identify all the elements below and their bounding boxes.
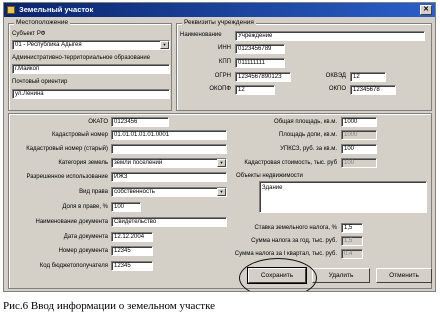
delete-button[interactable]: Удалить — [312, 268, 370, 283]
cadastral-value-label: Кадастровая стоимость, тыс. руб — [244, 160, 337, 166]
cadastral-label: Кадастровый номер — [51, 132, 108, 138]
upksz-input[interactable]: 100 — [341, 144, 377, 154]
category-select[interactable]: земли поселений ▼ — [111, 158, 227, 168]
budget-input[interactable]: 12345 — [111, 261, 153, 271]
inn-input[interactable]: 0123456789 — [235, 44, 285, 54]
docname-input[interactable]: Свидетельство — [111, 217, 227, 227]
window-title: Земельный участок — [19, 5, 94, 14]
docdate-input[interactable]: 12.12.2004 — [111, 232, 153, 242]
chevron-down-icon[interactable]: ▼ — [217, 159, 226, 167]
upksz-label: УПКСЗ, руб. за кв.м. — [280, 146, 337, 152]
org-group-title: Реквизиты учреждения — [182, 19, 256, 27]
org-name-label: Наименование — [180, 32, 222, 38]
figure-caption: Рис.6 Ввод информации о земельном участк… — [3, 300, 216, 312]
kpp-label: КПП — [218, 59, 231, 65]
right-type-value: собственность — [114, 189, 155, 195]
cadastral-value-input: 100 — [341, 158, 377, 168]
okved-label: ОКВЭД — [325, 73, 346, 79]
share-label: Доля в праве, % — [62, 204, 108, 210]
objects-textarea[interactable]: Здание — [259, 181, 427, 213]
inn-label: ИНН — [218, 45, 231, 51]
okpo-label: ОКПО — [328, 86, 346, 92]
share-area-label: Площадь доли, кв.м. — [279, 132, 337, 138]
total-area-label: Общая площадь, кв.м. — [274, 119, 337, 125]
docnum-label: Номер документа — [58, 248, 108, 254]
address-label: Почтовый ориентир — [12, 79, 68, 85]
share-input[interactable]: 100 — [111, 202, 141, 212]
cadastral-old-label: Кадастровый номер (старый) — [26, 146, 108, 152]
kpp-input[interactable]: 011111111 — [235, 58, 285, 68]
cadastral-input[interactable]: 01.01.01.01.01.0001 — [111, 130, 227, 140]
tax-rate-label: Ставка земельного налога, % — [254, 225, 337, 231]
close-button[interactable]: ✕ — [420, 5, 432, 15]
title-bar: Земельный участок ✕ — [4, 3, 435, 17]
tax-year-label: Сумма налога за год, тыс. руб. — [251, 238, 337, 244]
subject-label: Субъект РФ — [12, 31, 46, 37]
okpo-input[interactable]: 12345678 — [350, 85, 396, 95]
ato-input[interactable]: г.Майкоп — [12, 64, 170, 74]
app-icon — [7, 6, 15, 14]
use-label: Разрешенное использование — [26, 174, 108, 180]
okopf-input[interactable]: 12 — [235, 85, 275, 95]
share-area-input: 1000 — [341, 130, 377, 140]
ato-label: Административно-территориальное образова… — [12, 55, 151, 61]
cancel-button[interactable]: Отменить — [376, 268, 432, 283]
use-input[interactable]: ИЖЗ — [111, 172, 227, 182]
highlight-ellipse — [239, 258, 317, 291]
tax-rate-input[interactable]: 1,5 — [341, 223, 363, 233]
okato-label: ОКАТО — [88, 119, 108, 125]
subject-value: 01 - Республика Адыгея — [15, 42, 82, 48]
land-plot-window: Земельный участок ✕ Местоположение Субъе… — [3, 2, 436, 292]
docname-label: Наименование документа — [35, 219, 108, 225]
total-area-input[interactable]: 1000 — [341, 117, 377, 127]
docnum-input[interactable]: 12345 — [111, 246, 153, 256]
ogrn-label: ОГРН — [214, 73, 231, 79]
address-input[interactable]: ул.Ленина — [12, 89, 170, 99]
category-value: земли поселений — [114, 160, 163, 166]
right-type-label: Вид права — [79, 189, 108, 195]
subject-select[interactable]: 01 - Республика Адыгея ▼ — [12, 40, 170, 50]
cadastral-old-input[interactable] — [111, 144, 227, 154]
okato-input[interactable]: 0123456 — [111, 117, 169, 127]
location-group-title: Местоположение — [14, 19, 71, 27]
docdate-label: Дата документа — [63, 234, 108, 240]
category-label: Категория земель — [58, 160, 108, 166]
tax-year-input: 1,5 — [341, 236, 363, 246]
chevron-down-icon[interactable]: ▼ — [217, 188, 226, 196]
tax-quarter-input: 0,4 — [341, 249, 363, 259]
okopf-label: ОКОПФ — [209, 86, 231, 92]
right-type-select[interactable]: собственность ▼ — [111, 187, 227, 197]
chevron-down-icon[interactable]: ▼ — [160, 41, 169, 49]
org-name-input[interactable]: Учреждение — [235, 31, 425, 41]
objects-label: Объекты недвижимости — [236, 173, 303, 179]
okved-input[interactable]: 12 — [350, 72, 386, 82]
ogrn-input[interactable]: 123456789012З — [235, 72, 291, 82]
budget-label: Код бюджетополучателя — [39, 263, 108, 269]
